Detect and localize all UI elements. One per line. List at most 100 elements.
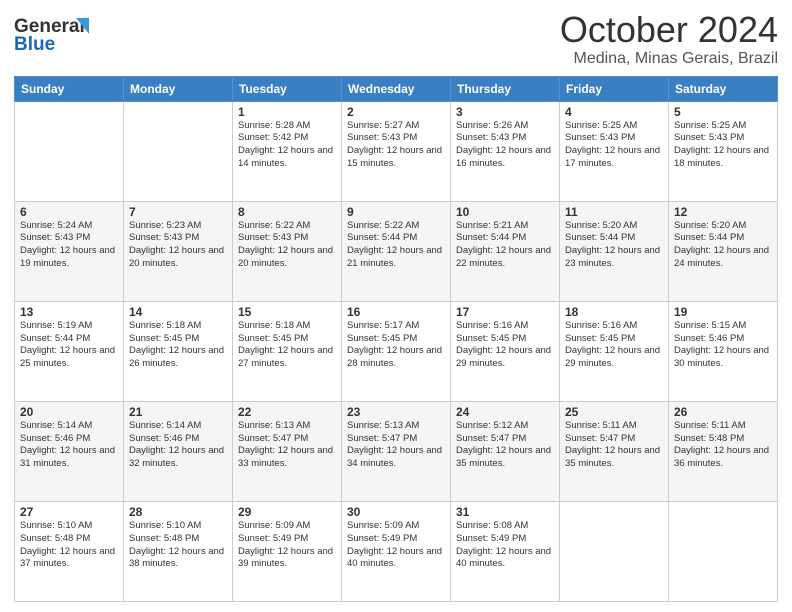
weekday-header: Sunday bbox=[15, 76, 124, 101]
calendar-cell: 24Sunrise: 5:12 AMSunset: 5:47 PMDayligh… bbox=[451, 401, 560, 501]
day-info: Sunrise: 5:13 AMSunset: 5:47 PMDaylight:… bbox=[347, 420, 445, 471]
day-number: 10 bbox=[456, 205, 554, 219]
weekday-header: Tuesday bbox=[233, 76, 342, 101]
calendar-cell: 19Sunrise: 5:15 AMSunset: 5:46 PMDayligh… bbox=[669, 301, 778, 401]
title-block: October 2024 Medina, Minas Gerais, Brazi… bbox=[560, 10, 778, 68]
day-number: 19 bbox=[674, 305, 772, 319]
day-number: 24 bbox=[456, 405, 554, 419]
day-number: 7 bbox=[129, 205, 227, 219]
calendar-cell: 18Sunrise: 5:16 AMSunset: 5:45 PMDayligh… bbox=[560, 301, 669, 401]
day-number: 4 bbox=[565, 105, 663, 119]
day-info: Sunrise: 5:27 AMSunset: 5:43 PMDaylight:… bbox=[347, 120, 445, 171]
calendar-week-row: 1Sunrise: 5:28 AMSunset: 5:42 PMDaylight… bbox=[15, 101, 778, 201]
calendar-cell: 4Sunrise: 5:25 AMSunset: 5:43 PMDaylight… bbox=[560, 101, 669, 201]
calendar-cell: 27Sunrise: 5:10 AMSunset: 5:48 PMDayligh… bbox=[15, 501, 124, 601]
calendar-cell: 25Sunrise: 5:11 AMSunset: 5:47 PMDayligh… bbox=[560, 401, 669, 501]
day-info: Sunrise: 5:11 AMSunset: 5:47 PMDaylight:… bbox=[565, 420, 663, 471]
day-info: Sunrise: 5:16 AMSunset: 5:45 PMDaylight:… bbox=[456, 320, 554, 371]
calendar-table: SundayMondayTuesdayWednesdayThursdayFrid… bbox=[14, 76, 778, 602]
calendar-cell bbox=[124, 101, 233, 201]
calendar-cell: 15Sunrise: 5:18 AMSunset: 5:45 PMDayligh… bbox=[233, 301, 342, 401]
day-number: 30 bbox=[347, 505, 445, 519]
calendar-cell: 17Sunrise: 5:16 AMSunset: 5:45 PMDayligh… bbox=[451, 301, 560, 401]
weekday-header: Thursday bbox=[451, 76, 560, 101]
day-number: 6 bbox=[20, 205, 118, 219]
location-title: Medina, Minas Gerais, Brazil bbox=[560, 50, 778, 68]
day-number: 27 bbox=[20, 505, 118, 519]
day-number: 1 bbox=[238, 105, 336, 119]
day-number: 22 bbox=[238, 405, 336, 419]
calendar-cell: 7Sunrise: 5:23 AMSunset: 5:43 PMDaylight… bbox=[124, 201, 233, 301]
calendar-cell: 14Sunrise: 5:18 AMSunset: 5:45 PMDayligh… bbox=[124, 301, 233, 401]
day-info: Sunrise: 5:10 AMSunset: 5:48 PMDaylight:… bbox=[129, 520, 227, 571]
day-info: Sunrise: 5:11 AMSunset: 5:48 PMDaylight:… bbox=[674, 420, 772, 471]
calendar-cell: 29Sunrise: 5:09 AMSunset: 5:49 PMDayligh… bbox=[233, 501, 342, 601]
day-number: 5 bbox=[674, 105, 772, 119]
day-info: Sunrise: 5:20 AMSunset: 5:44 PMDaylight:… bbox=[565, 220, 663, 271]
day-number: 11 bbox=[565, 205, 663, 219]
day-info: Sunrise: 5:14 AMSunset: 5:46 PMDaylight:… bbox=[129, 420, 227, 471]
day-number: 18 bbox=[565, 305, 663, 319]
calendar-cell: 10Sunrise: 5:21 AMSunset: 5:44 PMDayligh… bbox=[451, 201, 560, 301]
month-title: October 2024 bbox=[560, 10, 778, 50]
day-info: Sunrise: 5:23 AMSunset: 5:43 PMDaylight:… bbox=[129, 220, 227, 271]
day-info: Sunrise: 5:19 AMSunset: 5:44 PMDaylight:… bbox=[20, 320, 118, 371]
day-number: 9 bbox=[347, 205, 445, 219]
calendar-cell: 3Sunrise: 5:26 AMSunset: 5:43 PMDaylight… bbox=[451, 101, 560, 201]
day-info: Sunrise: 5:09 AMSunset: 5:49 PMDaylight:… bbox=[238, 520, 336, 571]
weekday-header: Monday bbox=[124, 76, 233, 101]
calendar-cell: 12Sunrise: 5:20 AMSunset: 5:44 PMDayligh… bbox=[669, 201, 778, 301]
day-info: Sunrise: 5:25 AMSunset: 5:43 PMDaylight:… bbox=[565, 120, 663, 171]
weekday-header: Saturday bbox=[669, 76, 778, 101]
day-info: Sunrise: 5:08 AMSunset: 5:49 PMDaylight:… bbox=[456, 520, 554, 571]
day-number: 15 bbox=[238, 305, 336, 319]
day-info: Sunrise: 5:22 AMSunset: 5:43 PMDaylight:… bbox=[238, 220, 336, 271]
calendar-cell: 1Sunrise: 5:28 AMSunset: 5:42 PMDaylight… bbox=[233, 101, 342, 201]
day-number: 12 bbox=[674, 205, 772, 219]
day-info: Sunrise: 5:18 AMSunset: 5:45 PMDaylight:… bbox=[129, 320, 227, 371]
day-info: Sunrise: 5:14 AMSunset: 5:46 PMDaylight:… bbox=[20, 420, 118, 471]
svg-text:Blue: Blue bbox=[14, 34, 55, 54]
calendar-cell: 11Sunrise: 5:20 AMSunset: 5:44 PMDayligh… bbox=[560, 201, 669, 301]
day-info: Sunrise: 5:17 AMSunset: 5:45 PMDaylight:… bbox=[347, 320, 445, 371]
calendar-cell: 9Sunrise: 5:22 AMSunset: 5:44 PMDaylight… bbox=[342, 201, 451, 301]
day-info: Sunrise: 5:13 AMSunset: 5:47 PMDaylight:… bbox=[238, 420, 336, 471]
calendar-cell: 28Sunrise: 5:10 AMSunset: 5:48 PMDayligh… bbox=[124, 501, 233, 601]
calendar-header-row: SundayMondayTuesdayWednesdayThursdayFrid… bbox=[15, 76, 778, 101]
day-info: Sunrise: 5:22 AMSunset: 5:44 PMDaylight:… bbox=[347, 220, 445, 271]
day-number: 21 bbox=[129, 405, 227, 419]
calendar-cell bbox=[669, 501, 778, 601]
logo-svg: General Blue bbox=[14, 10, 104, 54]
day-info: Sunrise: 5:18 AMSunset: 5:45 PMDaylight:… bbox=[238, 320, 336, 371]
header: General Blue October 2024 Medina, Minas … bbox=[14, 10, 778, 68]
calendar-week-row: 13Sunrise: 5:19 AMSunset: 5:44 PMDayligh… bbox=[15, 301, 778, 401]
calendar-cell: 16Sunrise: 5:17 AMSunset: 5:45 PMDayligh… bbox=[342, 301, 451, 401]
calendar-cell: 22Sunrise: 5:13 AMSunset: 5:47 PMDayligh… bbox=[233, 401, 342, 501]
calendar-cell: 31Sunrise: 5:08 AMSunset: 5:49 PMDayligh… bbox=[451, 501, 560, 601]
calendar-cell: 30Sunrise: 5:09 AMSunset: 5:49 PMDayligh… bbox=[342, 501, 451, 601]
calendar-week-row: 6Sunrise: 5:24 AMSunset: 5:43 PMDaylight… bbox=[15, 201, 778, 301]
day-number: 31 bbox=[456, 505, 554, 519]
day-number: 25 bbox=[565, 405, 663, 419]
day-info: Sunrise: 5:20 AMSunset: 5:44 PMDaylight:… bbox=[674, 220, 772, 271]
day-info: Sunrise: 5:12 AMSunset: 5:47 PMDaylight:… bbox=[456, 420, 554, 471]
calendar-week-row: 20Sunrise: 5:14 AMSunset: 5:46 PMDayligh… bbox=[15, 401, 778, 501]
day-info: Sunrise: 5:28 AMSunset: 5:42 PMDaylight:… bbox=[238, 120, 336, 171]
day-info: Sunrise: 5:24 AMSunset: 5:43 PMDaylight:… bbox=[20, 220, 118, 271]
calendar-cell: 13Sunrise: 5:19 AMSunset: 5:44 PMDayligh… bbox=[15, 301, 124, 401]
day-number: 26 bbox=[674, 405, 772, 419]
day-number: 29 bbox=[238, 505, 336, 519]
calendar-cell bbox=[15, 101, 124, 201]
day-number: 2 bbox=[347, 105, 445, 119]
day-number: 28 bbox=[129, 505, 227, 519]
day-number: 3 bbox=[456, 105, 554, 119]
calendar-cell: 21Sunrise: 5:14 AMSunset: 5:46 PMDayligh… bbox=[124, 401, 233, 501]
weekday-header: Friday bbox=[560, 76, 669, 101]
day-info: Sunrise: 5:10 AMSunset: 5:48 PMDaylight:… bbox=[20, 520, 118, 571]
day-info: Sunrise: 5:21 AMSunset: 5:44 PMDaylight:… bbox=[456, 220, 554, 271]
calendar-cell bbox=[560, 501, 669, 601]
calendar-cell: 5Sunrise: 5:25 AMSunset: 5:43 PMDaylight… bbox=[669, 101, 778, 201]
day-info: Sunrise: 5:16 AMSunset: 5:45 PMDaylight:… bbox=[565, 320, 663, 371]
weekday-header: Wednesday bbox=[342, 76, 451, 101]
calendar-cell: 6Sunrise: 5:24 AMSunset: 5:43 PMDaylight… bbox=[15, 201, 124, 301]
